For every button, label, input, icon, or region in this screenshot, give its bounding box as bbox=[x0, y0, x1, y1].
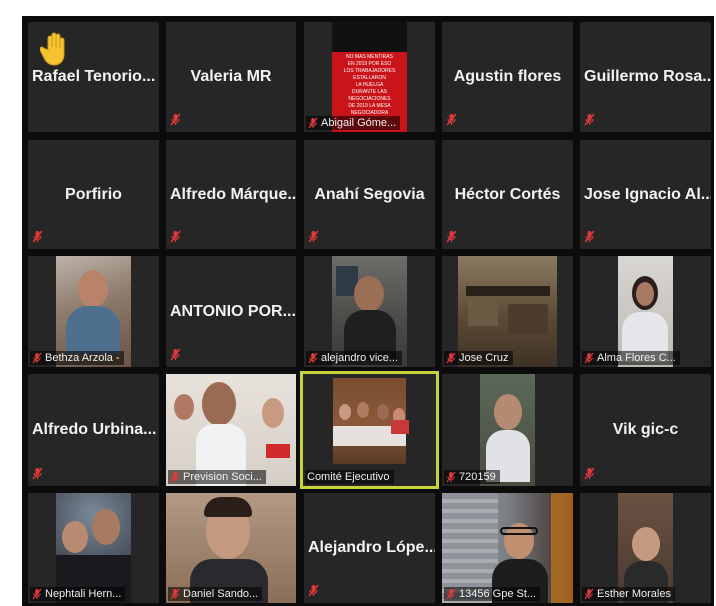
video-feed bbox=[333, 378, 409, 464]
participant-tile[interactable]: Alejandro Lópe... bbox=[304, 493, 435, 603]
participant-tile[interactable]: Alfredo Urbina... bbox=[28, 374, 159, 486]
participant-name: Héctor Cortés bbox=[454, 185, 561, 203]
participant-tile[interactable]: Porfirio bbox=[28, 140, 159, 249]
participant-tile[interactable]: Guillermo Rosa... bbox=[580, 22, 711, 132]
participant-label: Esther Morales bbox=[582, 587, 675, 601]
muted-mic-icon bbox=[446, 471, 456, 483]
muted-mic-icon bbox=[170, 230, 181, 243]
muted-mic-icon bbox=[446, 588, 456, 600]
participant-tile[interactable]: Esther Morales bbox=[580, 493, 711, 603]
muted-mic-icon bbox=[32, 352, 42, 364]
participant-label-text: Bethza Arzola - bbox=[45, 352, 120, 364]
muted-mic-icon bbox=[170, 471, 180, 483]
participant-label-text: alejandro vice... bbox=[321, 352, 399, 364]
participant-tile[interactable]: Jose Cruz bbox=[442, 256, 573, 367]
muted-mic-icon bbox=[170, 348, 181, 361]
participant-label: Nephtali Hern... bbox=[30, 587, 126, 601]
participant-tile[interactable]: Vik gic-c bbox=[580, 374, 711, 486]
muted-mic-icon bbox=[446, 113, 457, 126]
muted-mic-icon bbox=[308, 230, 319, 243]
muted-mic-icon bbox=[32, 230, 43, 243]
participant-label: Daniel Sando... bbox=[168, 587, 263, 601]
participant-label-text: Daniel Sando... bbox=[183, 588, 259, 600]
muted-mic-icon bbox=[308, 584, 319, 597]
participant-tile[interactable]: Héctor Cortés bbox=[442, 140, 573, 249]
participant-label: Comité Ejecutivo bbox=[305, 470, 394, 484]
gallery-view: Rafael Tenorio... Valeria MR NO MAS MENT… bbox=[22, 16, 714, 606]
participant-tile[interactable]: Anahí Segovia bbox=[304, 140, 435, 249]
muted-mic-icon bbox=[308, 352, 318, 364]
participant-name: Guillermo Rosa... bbox=[584, 68, 711, 85]
participant-label-text: Nephtali Hern... bbox=[45, 588, 122, 600]
participant-label-text: 13456 Gpe St... bbox=[459, 588, 537, 600]
participant-tile[interactable]: Alfredo Márque... bbox=[166, 140, 296, 249]
participant-label-text: Alma Flores C... bbox=[597, 352, 676, 364]
participant-name: Porfirio bbox=[65, 185, 122, 203]
muted-mic-icon bbox=[584, 352, 594, 364]
participant-name: Anahí Segovia bbox=[314, 185, 425, 203]
participant-label-text: 720159 bbox=[459, 471, 496, 483]
participant-label-text: Abigail Góme... bbox=[321, 117, 397, 129]
participant-label: Bethza Arzola - bbox=[30, 351, 124, 365]
muted-mic-icon bbox=[170, 588, 180, 600]
muted-mic-icon bbox=[32, 467, 43, 480]
participant-label: Abigail Góme... bbox=[306, 116, 401, 130]
participant-label-text: Comité Ejecutivo bbox=[307, 471, 390, 483]
participant-tile[interactable]: Nephtali Hern... bbox=[28, 493, 159, 603]
muted-mic-icon bbox=[584, 113, 595, 126]
participant-tile[interactable]: Valeria MR bbox=[166, 22, 296, 132]
muted-mic-icon bbox=[308, 117, 318, 129]
raised-hand-icon bbox=[40, 32, 65, 66]
muted-mic-icon bbox=[584, 230, 595, 243]
participant-name: Valeria MR bbox=[190, 68, 272, 85]
participant-tile[interactable]: Prevision Soci... bbox=[166, 374, 296, 486]
muted-mic-icon bbox=[170, 113, 181, 126]
participant-tile[interactable]: Bethza Arzola - bbox=[28, 256, 159, 367]
participant-name: Alfredo Urbina... bbox=[32, 421, 157, 438]
muted-mic-icon bbox=[584, 467, 595, 480]
participant-name: Alfredo Márque... bbox=[170, 185, 296, 203]
participant-tile-active-speaker[interactable]: Comité Ejecutivo bbox=[300, 371, 439, 489]
muted-mic-icon bbox=[446, 230, 457, 243]
participant-tile[interactable]: Alma Flores C... bbox=[580, 256, 711, 367]
participant-name: Alejandro Lópe... bbox=[308, 539, 435, 556]
participant-tile[interactable]: alejandro vice... bbox=[304, 256, 435, 367]
participant-tile[interactable]: 720159 bbox=[442, 374, 573, 486]
muted-mic-icon bbox=[584, 588, 594, 600]
participant-label: alejandro vice... bbox=[306, 351, 403, 365]
participant-name: ANTONIO POR... bbox=[170, 302, 296, 320]
participant-name: Rafael Tenorio... bbox=[32, 68, 156, 85]
participant-label: Prevision Soci... bbox=[168, 470, 266, 484]
participant-label-text: Jose Cruz bbox=[459, 352, 509, 364]
participant-tile[interactable]: Rafael Tenorio... bbox=[28, 22, 159, 132]
participant-name: Agustin flores bbox=[453, 68, 562, 85]
participant-name: Vik gic-c bbox=[612, 421, 679, 438]
participant-label-text: Esther Morales bbox=[597, 588, 671, 600]
participant-tile[interactable]: NO MAS MENTIRAS EN 2019 POR ESO LOS TRAB… bbox=[304, 22, 435, 132]
participant-tile[interactable]: 13456 Gpe St... bbox=[442, 493, 573, 603]
participant-tile[interactable]: Jose Ignacio Al... bbox=[580, 140, 711, 249]
participant-label: 13456 Gpe St... bbox=[444, 587, 541, 601]
participant-label-text: Prevision Soci... bbox=[183, 471, 262, 483]
participant-label: Alma Flores C... bbox=[582, 351, 680, 365]
participant-label: 720159 bbox=[444, 470, 500, 484]
participant-tile[interactable]: Daniel Sando... bbox=[166, 493, 296, 603]
participant-tile[interactable]: Agustin flores bbox=[442, 22, 573, 132]
participant-tile[interactable]: ANTONIO POR... bbox=[166, 256, 296, 367]
participant-name: Jose Ignacio Al... bbox=[584, 185, 711, 203]
participant-label: Jose Cruz bbox=[444, 351, 513, 365]
muted-mic-icon bbox=[446, 352, 456, 364]
muted-mic-icon bbox=[32, 588, 42, 600]
